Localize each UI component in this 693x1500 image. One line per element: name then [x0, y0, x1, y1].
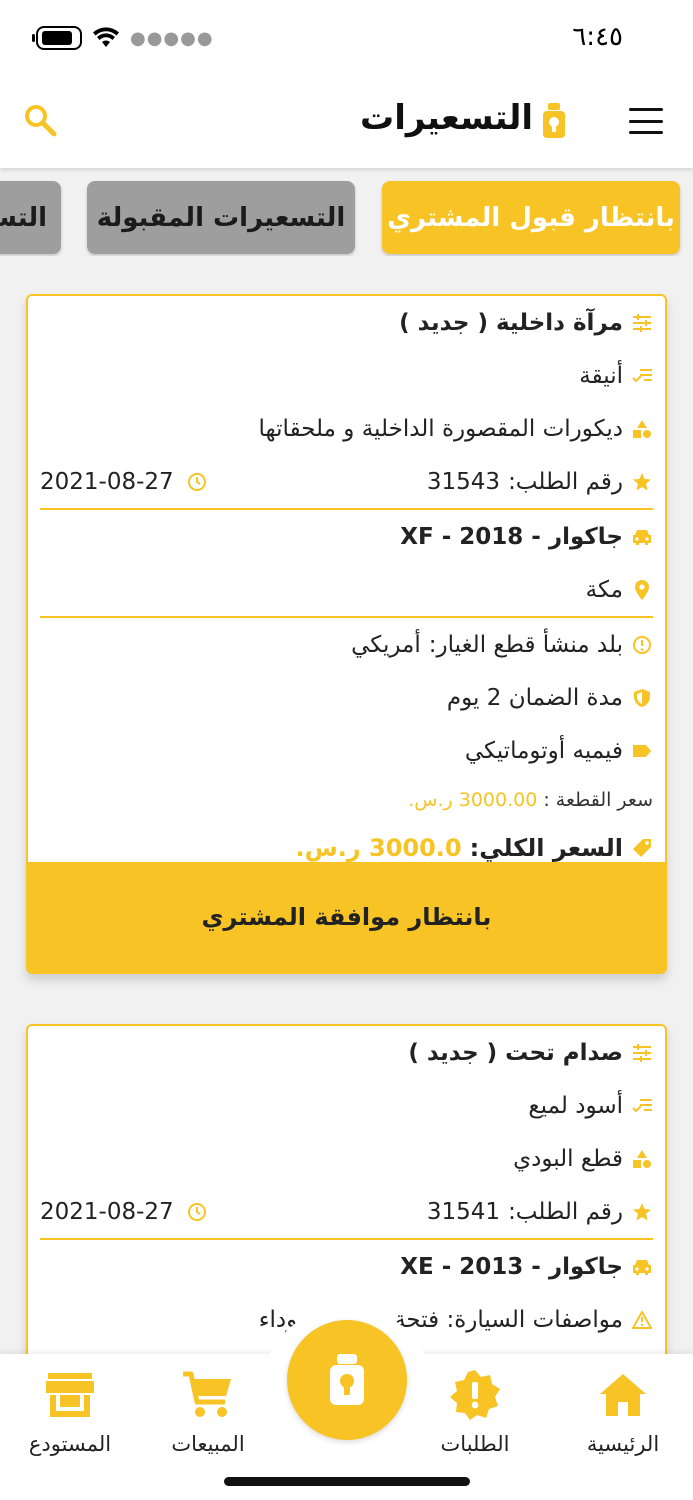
nav-store[interactable]: المستودع	[0, 1366, 140, 1456]
battery-icon	[32, 26, 82, 50]
order-number: 31543	[426, 468, 501, 495]
city-row: مكة	[40, 563, 653, 616]
tab-awaiting-buyer[interactable]: بانتظار قبول المشتري	[382, 181, 680, 254]
status-bar: ٦:٤٥ ●●●●●	[0, 0, 693, 78]
piece-price-row: سعر القطعة : 3000.00 ر.س.	[40, 777, 653, 823]
price-tag-icon	[631, 837, 653, 859]
checklist-icon	[631, 365, 653, 387]
quality-row: أسود لميع	[40, 1079, 653, 1132]
nav-sales-label: المبيعات	[171, 1432, 245, 1456]
car-model: جاكوار - 2013 - XE	[400, 1253, 623, 1280]
menu-button[interactable]	[629, 108, 663, 134]
piece-price-label: سعر القطعة :	[543, 789, 653, 811]
nav-home-label: الرئيسية	[586, 1432, 660, 1456]
order-label: رقم الطلب:	[508, 1198, 623, 1225]
quality-text: أنيقة	[579, 362, 623, 389]
city-text: مكة	[585, 576, 623, 603]
nav-orders-label: الطلبات	[440, 1432, 510, 1456]
car-row: جاكوار - 2018 - XF	[40, 510, 653, 563]
order-row: رقم الطلب: 31543 2021-08-27	[40, 455, 653, 508]
category-icon	[631, 1148, 653, 1170]
wifi-icon	[93, 27, 119, 47]
part-row: مرآة داخلية ( جديد )	[40, 296, 653, 349]
warranty-row: مدة الضمان 2 يوم	[40, 671, 653, 724]
order-date: 2021-08-27	[40, 468, 174, 495]
nav-sales[interactable]: المبيعات	[138, 1366, 278, 1456]
status-icons: ●●●●●	[32, 26, 214, 50]
search-button[interactable]	[22, 102, 58, 142]
checklist-icon	[631, 1095, 653, 1117]
store-icon	[0, 1366, 140, 1424]
tune-icon	[631, 312, 653, 334]
piece-price-value: 3000.00 ر.س.	[408, 789, 538, 811]
search-icon	[25, 105, 57, 137]
quality-row: أنيقة	[40, 349, 653, 402]
order-row: رقم الطلب: 31541 2021-08-27	[40, 1185, 653, 1238]
car-row: جاكوار - 2013 - XE	[40, 1240, 653, 1293]
home-indicator	[224, 1477, 470, 1486]
cart-icon	[138, 1366, 278, 1424]
shield-icon	[631, 687, 653, 709]
tune-icon	[631, 1042, 653, 1064]
shipping-text: فيميه أوتوماتيكي	[464, 737, 623, 764]
info-icon	[631, 634, 653, 656]
awaiting-approval-button[interactable]: بانتظار موافقة المشتري	[28, 862, 665, 972]
warranty-text: مدة الضمان 2 يوم	[446, 684, 623, 711]
status-time: ٦:٤٥	[572, 22, 623, 52]
category-icon	[631, 418, 653, 440]
quality-text: أسود لميع	[528, 1092, 623, 1119]
total-price-label: السعر الكلي:	[469, 834, 623, 862]
category-text: ديكورات المقصورة الداخلية و ملحقاتها	[258, 415, 623, 442]
pricing-icon	[330, 1354, 364, 1405]
part-name: صدام تحت ( جديد )	[408, 1039, 623, 1066]
app-header: التسعيرات	[0, 78, 693, 168]
car-icon	[631, 526, 653, 548]
page-title: التسعيرات	[360, 98, 533, 138]
part-row: صدام تحت ( جديد )	[40, 1026, 653, 1079]
category-text: قطع البودي	[513, 1145, 623, 1172]
category-row: ديكورات المقصورة الداخلية و ملحقاتها	[40, 402, 653, 455]
star-icon	[631, 471, 653, 493]
menu-icon-bar	[629, 108, 663, 111]
menu-icon-bar	[629, 119, 663, 123]
clock-icon	[186, 1201, 208, 1223]
label-icon	[631, 740, 653, 762]
clock-icon	[186, 471, 208, 493]
tab-more[interactable]: التس	[0, 181, 61, 254]
origin-row: بلد منشأ قطع الغيار: أمريكي	[40, 618, 653, 671]
total-price-value: 3000.0 ر.س.	[295, 834, 462, 862]
order-label: رقم الطلب:	[508, 468, 623, 495]
nav-home[interactable]: الرئيسية	[553, 1366, 693, 1456]
car-model: جاكوار - 2018 - XF	[400, 523, 623, 550]
nav-orders[interactable]: الطلبات	[405, 1366, 545, 1456]
order-date: 2021-08-27	[40, 1198, 174, 1225]
origin-label: بلد منشأ قطع الغيار:	[428, 631, 623, 658]
alert-badge-icon	[405, 1366, 545, 1424]
pricing-logo-icon	[541, 102, 567, 144]
order-number: 31541	[426, 1198, 501, 1225]
shipping-row: فيميه أوتوماتيكي	[40, 724, 653, 777]
status-tabs: بانتظار قبول المشتري التسعيرات المقبولة …	[0, 180, 693, 256]
star-icon	[631, 1201, 653, 1223]
origin-value: أمريكي	[351, 631, 421, 658]
part-name: مرآة داخلية ( جديد )	[399, 309, 623, 336]
car-icon	[631, 1256, 653, 1278]
nav-store-label: المستودع	[28, 1432, 112, 1456]
home-icon	[553, 1366, 693, 1424]
tab-accepted-quotes[interactable]: التسعيرات المقبولة	[87, 181, 355, 254]
category-row: قطع البودي	[40, 1132, 653, 1185]
quote-card[interactable]: مرآة داخلية ( جديد ) أنيقة ديكورات المقص…	[26, 294, 667, 974]
location-pin-icon	[631, 579, 653, 601]
pricing-fab-button[interactable]	[287, 1320, 407, 1440]
warning-icon	[631, 1309, 653, 1331]
menu-icon-bar	[629, 131, 663, 134]
signal-icon: ●●●●●	[130, 27, 214, 49]
